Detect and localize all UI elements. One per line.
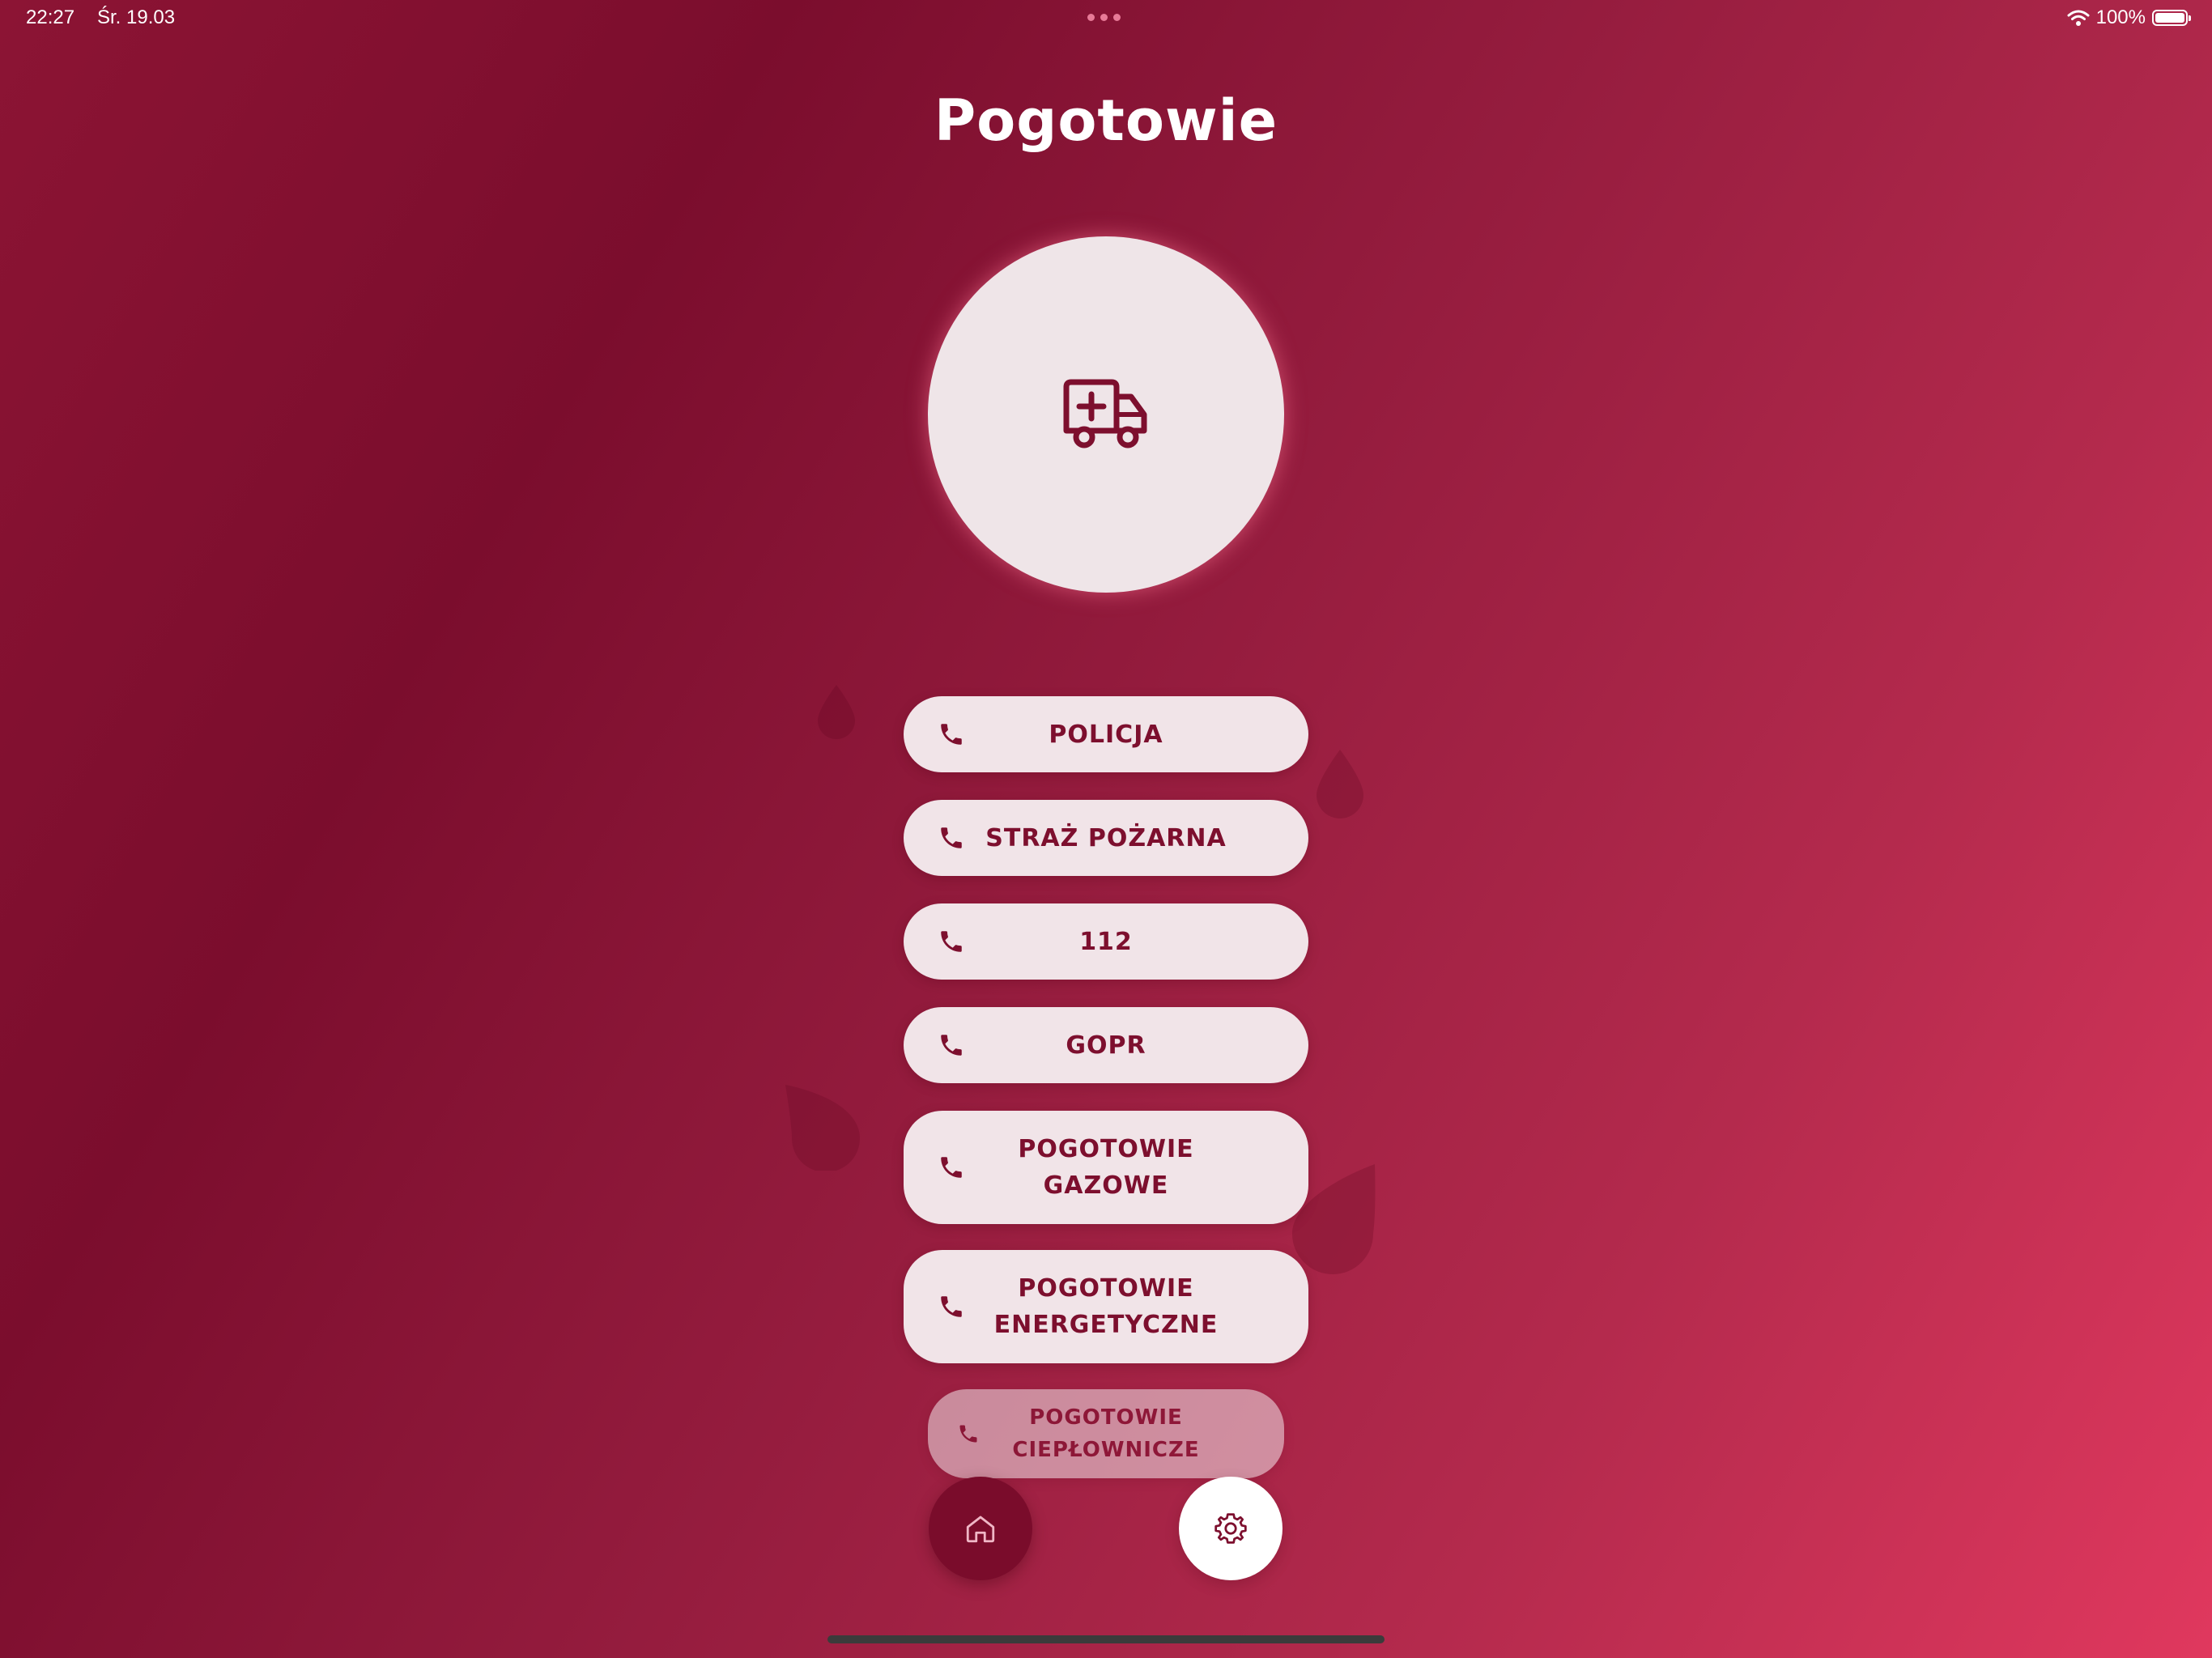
call-button-pogotowie-cieplownicze[interactable]: POGOTOWIE CIEPŁOWNICZE bbox=[928, 1389, 1284, 1478]
call-button-pogotowie-gazowe[interactable]: POGOTOWIE GAZOWE bbox=[904, 1111, 1308, 1224]
phone-icon bbox=[941, 827, 962, 848]
battery-icon bbox=[2152, 10, 2191, 26]
status-time: 22:27 bbox=[26, 6, 75, 28]
phone-icon bbox=[941, 1296, 962, 1317]
status-bar: 22:27 Śr. 19.03 100% bbox=[0, 0, 2212, 39]
phone-icon bbox=[941, 1035, 962, 1056]
call-button-straz-pozarna[interactable]: STRAŻ POŻARNA bbox=[904, 800, 1308, 876]
ambulance-icon bbox=[1063, 379, 1147, 449]
call-button-pogotowie-energetyczne[interactable]: POGOTOWIE ENERGETYCZNE bbox=[904, 1250, 1308, 1363]
droplet-decoration bbox=[785, 1085, 860, 1171]
gear-icon bbox=[1214, 1513, 1247, 1544]
battery-fill bbox=[2155, 13, 2184, 23]
call-button-gopr[interactable]: GOPR bbox=[904, 1007, 1308, 1083]
hero-call-button[interactable] bbox=[928, 236, 1284, 593]
phone-icon bbox=[941, 1157, 962, 1178]
settings-button[interactable] bbox=[1179, 1477, 1283, 1580]
home-button[interactable] bbox=[929, 1477, 1032, 1580]
home-indicator-bar[interactable] bbox=[827, 1635, 1385, 1643]
phone-icon bbox=[941, 724, 962, 745]
status-date: Śr. 19.03 bbox=[97, 6, 176, 28]
home-icon bbox=[966, 1516, 995, 1543]
phone-icon bbox=[959, 1425, 977, 1443]
call-button-label: POGOTOWIE CIEPŁOWNICZE bbox=[1012, 1405, 1200, 1462]
droplet-decoration bbox=[1317, 750, 1363, 818]
page-title: Pogotowie bbox=[934, 87, 1278, 154]
multitasking-dots-icon[interactable] bbox=[1087, 14, 1121, 21]
phone-icon bbox=[941, 931, 962, 952]
call-button-policja[interactable]: POLICJA bbox=[904, 696, 1308, 772]
droplet-decoration bbox=[818, 685, 855, 739]
wifi-icon bbox=[2067, 10, 2090, 26]
call-button-112[interactable]: 112 bbox=[904, 903, 1308, 980]
battery-percent: 100% bbox=[2095, 6, 2146, 28]
status-indicators: 100% bbox=[2067, 6, 2191, 29]
